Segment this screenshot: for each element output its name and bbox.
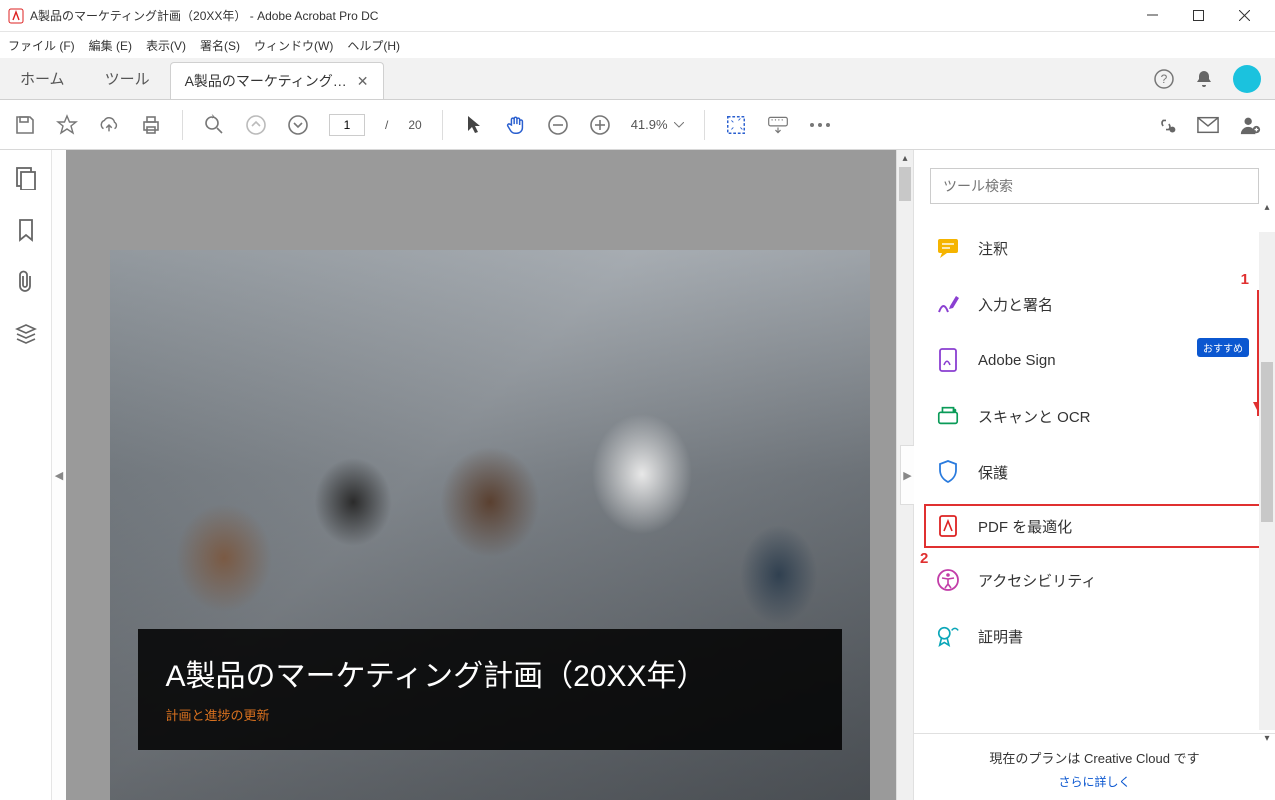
acrobat-app-icon <box>8 8 24 24</box>
fit-page-icon[interactable] <box>725 114 747 136</box>
minimize-button[interactable] <box>1129 0 1175 32</box>
bookmark-icon[interactable] <box>17 218 35 242</box>
left-panel-toggle[interactable]: ◀ <box>52 150 66 800</box>
main-toolbar: / 20 41.9% <box>0 100 1275 150</box>
page-up-icon[interactable] <box>245 114 267 136</box>
save-icon[interactable] <box>14 114 36 136</box>
panel-scroll-down-icon[interactable]: ▾ <box>1259 733 1275 744</box>
layers-icon[interactable] <box>14 322 38 346</box>
tools-search-input[interactable] <box>930 168 1259 204</box>
add-person-icon[interactable] <box>1239 114 1261 136</box>
print-icon[interactable] <box>140 114 162 136</box>
keyboard-down-icon[interactable] <box>767 114 789 136</box>
help-icon[interactable]: ? <box>1153 68 1175 90</box>
tool-comment[interactable]: 注釈 <box>914 220 1275 276</box>
tools-panel: ▶ 1 2 注釈 入力と署名 おすすめ Adobe Sign スキ <box>913 150 1275 800</box>
panel-footer: 現在のプランは Creative Cloud です さらに詳しく <box>914 733 1275 800</box>
link-share-icon[interactable] <box>1155 114 1177 136</box>
window-title: A製品のマーケティング計画（20XX年） - Adobe Acrobat Pro… <box>30 7 1129 24</box>
recommend-badge: おすすめ <box>1197 338 1249 357</box>
left-rail <box>0 150 52 800</box>
title-bar: A製品のマーケティング計画（20XX年） - Adobe Acrobat Pro… <box>0 0 1275 32</box>
menu-file[interactable]: ファイル (F) <box>8 37 75 54</box>
tool-scan-ocr[interactable]: スキャンと OCR <box>914 388 1275 444</box>
tool-label: 保護 <box>978 462 1008 483</box>
page-total: 20 <box>408 118 421 132</box>
tool-protect[interactable]: 保護 <box>914 444 1275 500</box>
maximize-button[interactable] <box>1175 0 1221 32</box>
zoom-dropdown[interactable]: 41.9% <box>631 117 684 132</box>
menu-window[interactable]: ウィンドウ(W) <box>254 37 333 54</box>
tool-label: 証明書 <box>978 626 1023 647</box>
tool-label: Adobe Sign <box>978 352 1056 369</box>
pen-icon <box>936 292 960 316</box>
tool-label: PDF を最適化 <box>978 516 1072 537</box>
panel-scroll-up-icon[interactable]: ▴ <box>1259 202 1275 213</box>
pointer-icon[interactable] <box>463 114 485 136</box>
find-icon[interactable] <box>203 114 225 136</box>
tab-close-icon[interactable]: ✕ <box>357 73 369 90</box>
hand-icon[interactable] <box>505 114 527 136</box>
plan-text: 現在のプランは Creative Cloud です <box>914 748 1275 767</box>
attachment-icon[interactable] <box>16 270 36 294</box>
slide-caption: A製品のマーケティング計画（20XX年） 計画と進捗の更新 <box>138 629 842 750</box>
tab-row: ホーム ツール A製品のマーケティング… ✕ ? <box>0 58 1275 100</box>
user-avatar[interactable] <box>1233 65 1261 93</box>
page-separator: / <box>385 118 388 132</box>
tool-label: 入力と署名 <box>978 294 1053 315</box>
scroll-thumb[interactable] <box>899 167 911 201</box>
document-viewport[interactable]: ◀ A製品のマーケティング計画（20XX年） 計画と進捗の更新 ▴ <box>52 150 913 800</box>
menu-sign[interactable]: 署名(S) <box>200 37 240 54</box>
mail-icon[interactable] <box>1197 114 1219 136</box>
content-area: ◀ A製品のマーケティング計画（20XX年） 計画と進捗の更新 ▴ ▶ 1 2 <box>0 150 1275 800</box>
slide-subtitle: 計画と進捗の更新 <box>166 705 814 724</box>
tool-certificates[interactable]: 証明書 <box>914 608 1275 664</box>
tool-fill-sign[interactable]: 入力と署名 <box>914 276 1275 332</box>
cloud-upload-icon[interactable] <box>98 114 120 136</box>
tool-label: 注釈 <box>978 238 1008 259</box>
tool-label: アクセシビリティ <box>978 570 1096 591</box>
shield-icon <box>936 460 960 484</box>
thumbnails-icon[interactable] <box>15 166 37 190</box>
certificate-icon <box>936 624 960 648</box>
tab-document-label: A製品のマーケティング… <box>185 71 347 91</box>
menu-help[interactable]: ヘルプ(H) <box>347 37 400 54</box>
document-sign-icon <box>936 348 960 372</box>
zoom-out-icon[interactable] <box>547 114 569 136</box>
page-down-icon[interactable] <box>287 114 309 136</box>
menu-edit[interactable]: 編集 (E) <box>89 37 132 54</box>
accessibility-icon <box>936 568 960 592</box>
pdf-page: A製品のマーケティング計画（20XX年） 計画と進捗の更新 <box>110 250 870 800</box>
panel-scrollbar[interactable]: ▴ ▾ <box>1259 232 1275 730</box>
scanner-icon <box>936 404 960 428</box>
tab-home[interactable]: ホーム <box>0 58 85 99</box>
menu-view[interactable]: 表示(V) <box>146 37 186 54</box>
window-controls <box>1129 0 1267 32</box>
tools-list: 1 2 注釈 入力と署名 おすすめ Adobe Sign スキャンと OCR <box>914 216 1275 733</box>
comment-icon <box>936 236 960 260</box>
panel-scroll-thumb[interactable] <box>1261 362 1273 522</box>
menu-bar: ファイル (F) 編集 (E) 表示(V) 署名(S) ウィンドウ(W) ヘルプ… <box>0 32 1275 58</box>
right-panel-toggle[interactable]: ▶ <box>900 445 914 505</box>
slide-title: A製品のマーケティング計画（20XX年） <box>166 651 814 695</box>
scroll-up-icon[interactable]: ▴ <box>897 150 913 167</box>
tool-optimize-pdf[interactable]: PDF を最適化 <box>922 502 1267 550</box>
tab-tools[interactable]: ツール <box>85 58 170 99</box>
optimize-pdf-icon <box>936 514 960 538</box>
more-icon[interactable] <box>809 114 831 136</box>
zoom-in-icon[interactable] <box>589 114 611 136</box>
tool-accessibility[interactable]: アクセシビリティ <box>914 552 1275 608</box>
tab-document[interactable]: A製品のマーケティング… ✕ <box>170 62 384 99</box>
tool-adobe-sign[interactable]: おすすめ Adobe Sign <box>914 332 1275 388</box>
learn-more-link[interactable]: さらに詳しく <box>914 773 1275 790</box>
tool-label: スキャンと OCR <box>978 406 1091 427</box>
bell-icon[interactable] <box>1193 68 1215 90</box>
page-number-input[interactable] <box>329 114 365 136</box>
close-button[interactable] <box>1221 0 1267 32</box>
star-icon[interactable] <box>56 114 78 136</box>
svg-text:?: ? <box>1161 72 1168 86</box>
